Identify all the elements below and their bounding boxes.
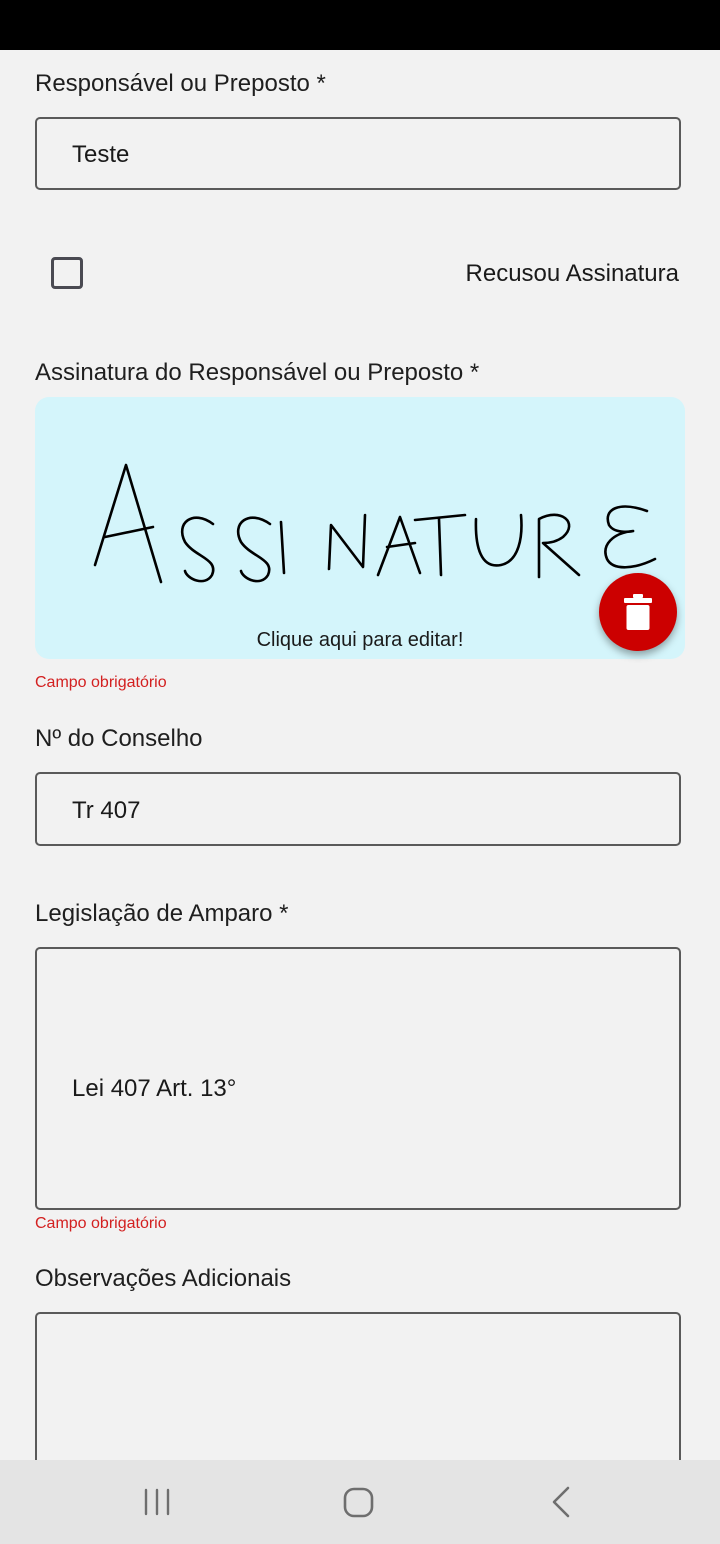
back-button[interactable] bbox=[531, 1478, 591, 1528]
conselho-input[interactable]: Tr 407 bbox=[35, 772, 681, 846]
signature-pad[interactable]: Clique aqui para editar! bbox=[35, 397, 685, 659]
home-button[interactable] bbox=[329, 1478, 389, 1528]
assinatura-error: Campo obrigatório bbox=[35, 674, 167, 691]
observacoes-label: Observações Adicionais bbox=[35, 1265, 292, 1292]
trash-icon bbox=[624, 594, 652, 630]
back-icon bbox=[552, 1486, 570, 1518]
signature-image bbox=[93, 463, 657, 584]
recusou-assinatura-label[interactable]: Recusou Assinatura bbox=[466, 260, 679, 288]
navigation-bar bbox=[0, 1460, 720, 1544]
legislacao-textarea[interactable]: Lei 407 Art. 13° bbox=[35, 947, 681, 1210]
conselho-value: Tr 407 bbox=[72, 797, 141, 824]
responsavel-input[interactable]: Teste bbox=[35, 117, 681, 190]
conselho-label: Nº do Conselho bbox=[35, 725, 203, 752]
recent-apps-icon bbox=[144, 1488, 170, 1516]
home-icon bbox=[343, 1487, 374, 1518]
legislacao-label: Legislação de Amparo * bbox=[35, 900, 289, 927]
responsavel-label: Responsável ou Preposto * bbox=[35, 70, 326, 97]
status-bar bbox=[0, 0, 720, 50]
delete-signature-button[interactable] bbox=[599, 573, 677, 651]
assinatura-label: Assinatura do Responsável ou Preposto * bbox=[35, 359, 480, 386]
signature-hint: Clique aqui para editar! bbox=[256, 629, 464, 651]
legislacao-value: Lei 407 Art. 13° bbox=[72, 1075, 237, 1102]
recusou-assinatura-checkbox[interactable] bbox=[51, 257, 83, 289]
legislacao-error: Campo obrigatório bbox=[35, 1215, 167, 1232]
recent-apps-button[interactable] bbox=[128, 1478, 188, 1528]
responsavel-value: Teste bbox=[72, 141, 130, 168]
